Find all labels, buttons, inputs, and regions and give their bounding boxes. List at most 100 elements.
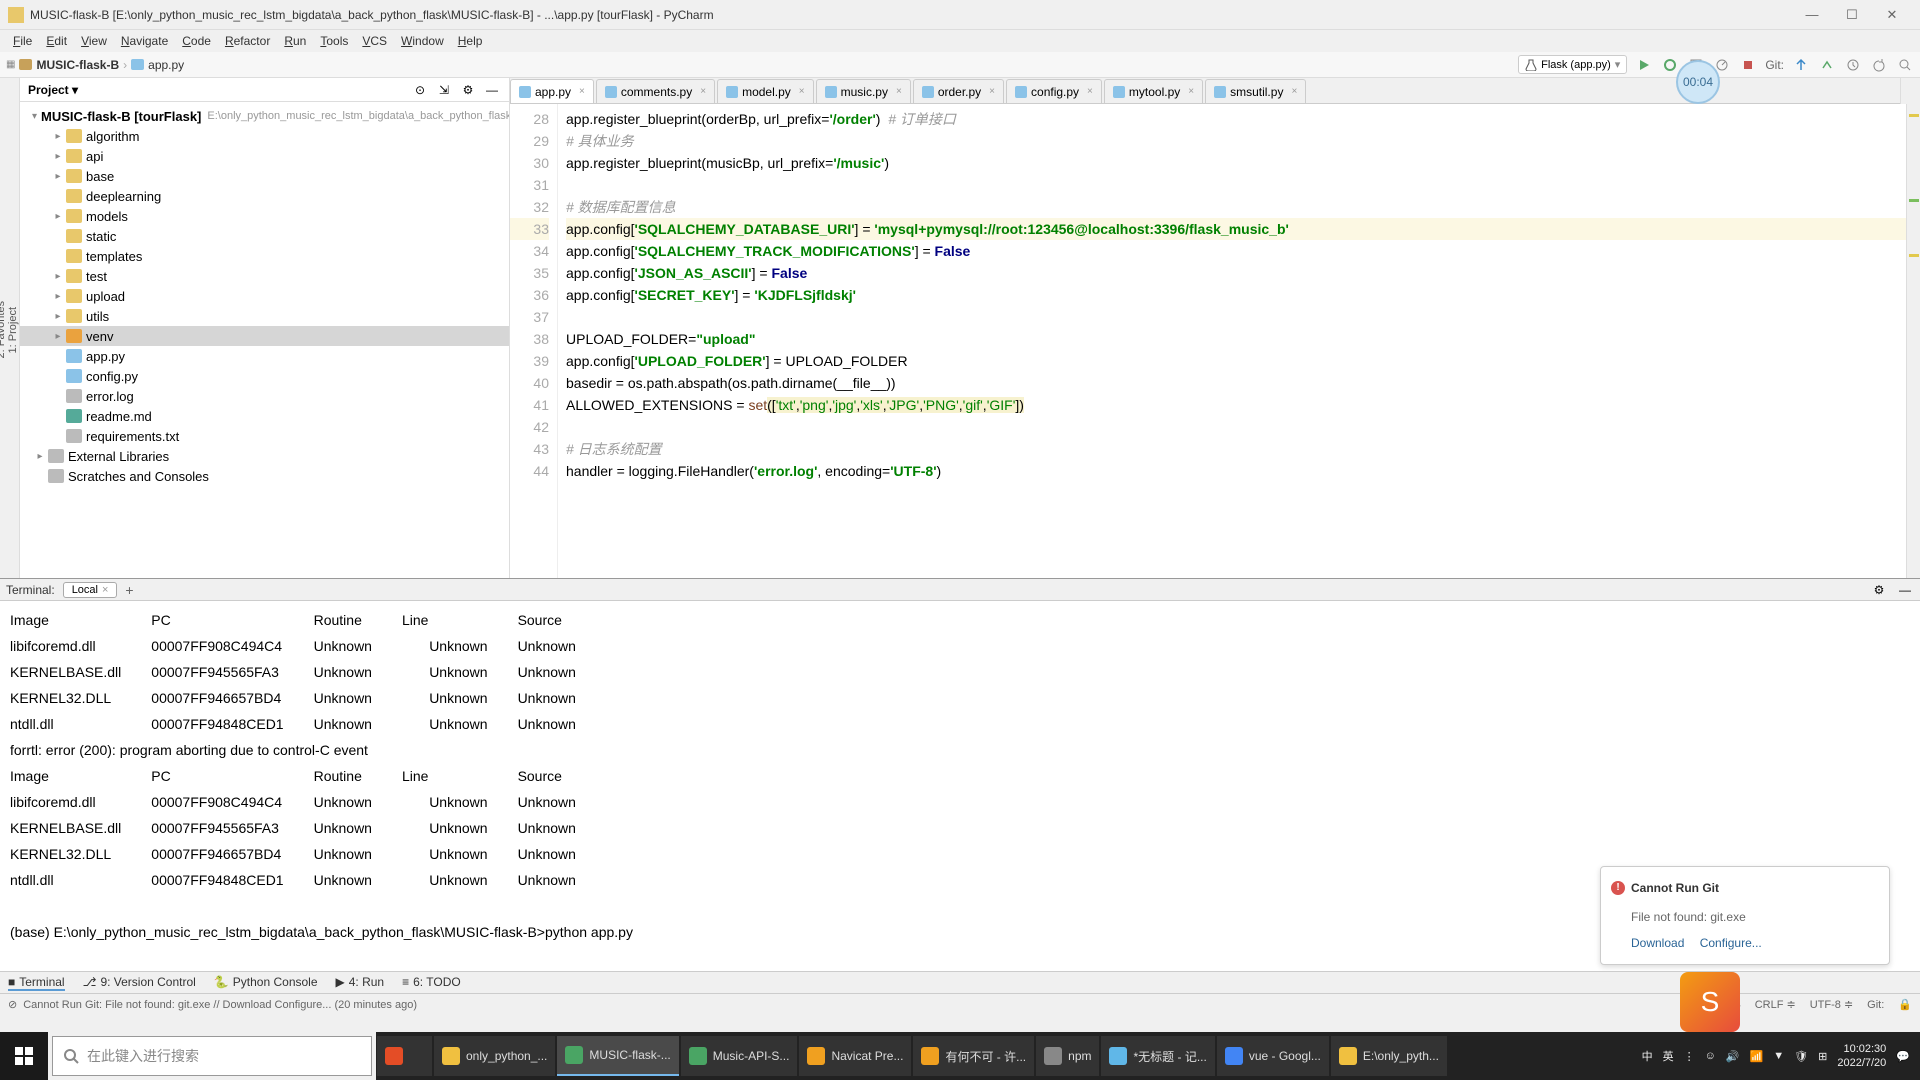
taskbar-app[interactable]: *无标题 - 记... (1101, 1036, 1214, 1076)
editor-tab-smsutil-py[interactable]: smsutil.py× (1205, 79, 1306, 103)
tree-item-error-log[interactable]: error.log (20, 386, 509, 406)
tray-network-icon[interactable]: ⋮ (1684, 1050, 1695, 1063)
stop-button[interactable] (1739, 56, 1757, 74)
code-editor[interactable]: 2829303132333435363738394041424344 app.r… (510, 104, 1920, 578)
editor-tab-mytool-py[interactable]: mytool.py× (1104, 79, 1203, 103)
code-area[interactable]: app.register_blueprint(orderBp, url_pref… (558, 104, 1920, 578)
tool-tab-terminal[interactable]: ■Terminal (8, 975, 65, 991)
line-separator[interactable]: CRLF ≑ (1755, 998, 1796, 1011)
debug-button[interactable] (1661, 56, 1679, 74)
project-tool-tab[interactable]: 1: Project (7, 307, 19, 353)
tree-item-models[interactable]: ▸models (20, 206, 509, 226)
project-pane-title[interactable]: Project ▾ (28, 83, 78, 97)
taskbar-app[interactable]: Music-API-S... (681, 1036, 798, 1076)
editor-tab-music-py[interactable]: music.py× (816, 79, 911, 103)
tree-item-venv[interactable]: ▸venv (20, 326, 509, 346)
tree-item-static[interactable]: static (20, 226, 509, 246)
terminal-output[interactable]: ImagePCRoutineLineSourcelibifcoremd.dll0… (0, 601, 1920, 971)
tool-tab-4-run[interactable]: ▶4: Run (336, 975, 385, 991)
tree-item-templates[interactable]: templates (20, 246, 509, 266)
project-tree[interactable]: ▾MUSIC-flask-B [tourFlask]E:\only_python… (20, 102, 509, 578)
run-button[interactable] (1635, 56, 1653, 74)
locate-icon[interactable]: ⊙ (411, 81, 429, 99)
tree-item-upload[interactable]: ▸upload (20, 286, 509, 306)
tree-item-api[interactable]: ▸api (20, 146, 509, 166)
taskbar-app[interactable]: 有何不可 - 许... (913, 1036, 1034, 1076)
editor-tab-comments-py[interactable]: comments.py× (596, 79, 715, 103)
breadcrumb-file[interactable]: app.py (131, 58, 184, 72)
tray-user-icon[interactable]: ☺ (1705, 1050, 1716, 1062)
readonly-lock-icon[interactable]: 🔒 (1898, 998, 1912, 1011)
close-tab-icon[interactable]: × (1291, 86, 1297, 97)
tray-volume-icon[interactable]: 🔊 (1726, 1050, 1740, 1063)
menu-window[interactable]: Window (394, 34, 451, 48)
taskbar-app[interactable] (377, 1036, 432, 1076)
taskbar-search[interactable]: 在此键入进行搜索 (52, 1036, 372, 1076)
tree-item-external-libraries[interactable]: ▸External Libraries (20, 446, 509, 466)
favorites-tool-tab[interactable]: 2: Favorites (0, 301, 7, 358)
taskbar-app[interactable]: only_python_... (434, 1036, 555, 1076)
tray-input-icon[interactable]: 英 (1663, 1048, 1674, 1064)
menu-tools[interactable]: Tools (313, 34, 355, 48)
tool-tab-9-version-control[interactable]: ⎇9: Version Control (83, 975, 196, 991)
notify-download-link[interactable]: Download (1631, 936, 1684, 950)
close-tab-icon[interactable]: × (896, 86, 902, 97)
git-commit-button[interactable] (1818, 56, 1836, 74)
menu-edit[interactable]: Edit (39, 34, 74, 48)
tree-item-deeplearning[interactable]: deeplearning (20, 186, 509, 206)
taskbar-app[interactable]: Navicat Pre... (799, 1036, 911, 1076)
close-tab-icon[interactable]: × (579, 86, 585, 97)
tree-item-app-py[interactable]: app.py (20, 346, 509, 366)
tree-item-requirements-txt[interactable]: requirements.txt (20, 426, 509, 446)
close-tab-icon[interactable]: × (799, 86, 805, 97)
start-button[interactable] (0, 1032, 48, 1080)
editor-tab-order-py[interactable]: order.py× (913, 79, 1004, 103)
tree-item-utils[interactable]: ▸utils (20, 306, 509, 326)
tool-tab-6-todo[interactable]: ≡6: TODO (402, 975, 461, 991)
git-branch[interactable]: Git: (1867, 999, 1884, 1011)
tree-item-scratches-and-consoles[interactable]: Scratches and Consoles (20, 466, 509, 486)
expand-all-icon[interactable]: ⇲ (435, 81, 453, 99)
menu-help[interactable]: Help (451, 34, 490, 48)
git-revert-button[interactable] (1870, 56, 1888, 74)
notification-center-icon[interactable]: 💬 (1896, 1050, 1910, 1063)
menu-file[interactable]: File (6, 34, 39, 48)
taskbar-app[interactable]: npm (1036, 1036, 1099, 1076)
tray-security-icon[interactable]: 🛡 (1794, 1050, 1808, 1063)
tree-item-config-py[interactable]: config.py (20, 366, 509, 386)
terminal-settings-icon[interactable]: ⚙ (1870, 581, 1888, 599)
editor-error-stripe[interactable] (1906, 104, 1920, 578)
tree-item-test[interactable]: ▸test (20, 266, 509, 286)
minimize-button[interactable]: — (1792, 1, 1832, 29)
menu-vcs[interactable]: VCS (355, 34, 394, 48)
tray-wifi-icon[interactable]: 📶 (1750, 1050, 1764, 1063)
tree-root[interactable]: ▾MUSIC-flask-B [tourFlask]E:\only_python… (20, 106, 509, 126)
file-encoding[interactable]: UTF-8 ≑ (1810, 998, 1853, 1011)
search-everywhere-button[interactable] (1896, 56, 1914, 74)
tree-item-algorithm[interactable]: ▸algorithm (20, 126, 509, 146)
tree-item-base[interactable]: ▸base (20, 166, 509, 186)
tree-item-readme-md[interactable]: readme.md (20, 406, 509, 426)
close-button[interactable]: ✕ (1872, 1, 1912, 29)
status-message[interactable]: Cannot Run Git: File not found: git.exe … (23, 999, 417, 1011)
breadcrumb-root[interactable]: MUSIC-flask-B (19, 58, 119, 72)
tray-ime-icon[interactable]: 中 (1642, 1048, 1653, 1064)
terminal-new-tab[interactable]: + (125, 582, 133, 598)
system-clock[interactable]: 10:02:302022/7/20 (1837, 1042, 1886, 1070)
terminal-tab-local[interactable]: Local× (63, 582, 118, 598)
menu-navigate[interactable]: Navigate (114, 34, 175, 48)
close-tab-icon[interactable]: × (1188, 86, 1194, 97)
maximize-button[interactable]: ☐ (1832, 1, 1872, 29)
notify-configure-link[interactable]: Configure... (1700, 936, 1762, 950)
terminal-hide-icon[interactable]: — (1896, 581, 1914, 599)
hide-icon[interactable]: — (483, 81, 501, 99)
tool-tab-python-console[interactable]: 🐍Python Console (214, 975, 318, 991)
editor-tab-model-py[interactable]: model.py× (717, 79, 814, 103)
close-tab-icon[interactable]: × (700, 86, 706, 97)
tray-apps-icon[interactable]: ⊞ (1818, 1050, 1827, 1063)
git-update-button[interactable] (1792, 56, 1810, 74)
close-tab-icon[interactable]: × (989, 86, 995, 97)
taskbar-app[interactable]: E:\only_pyth... (1331, 1036, 1447, 1076)
run-config-selector[interactable]: Flask (app.py) ▾ (1518, 55, 1627, 74)
menu-run[interactable]: Run (277, 34, 313, 48)
